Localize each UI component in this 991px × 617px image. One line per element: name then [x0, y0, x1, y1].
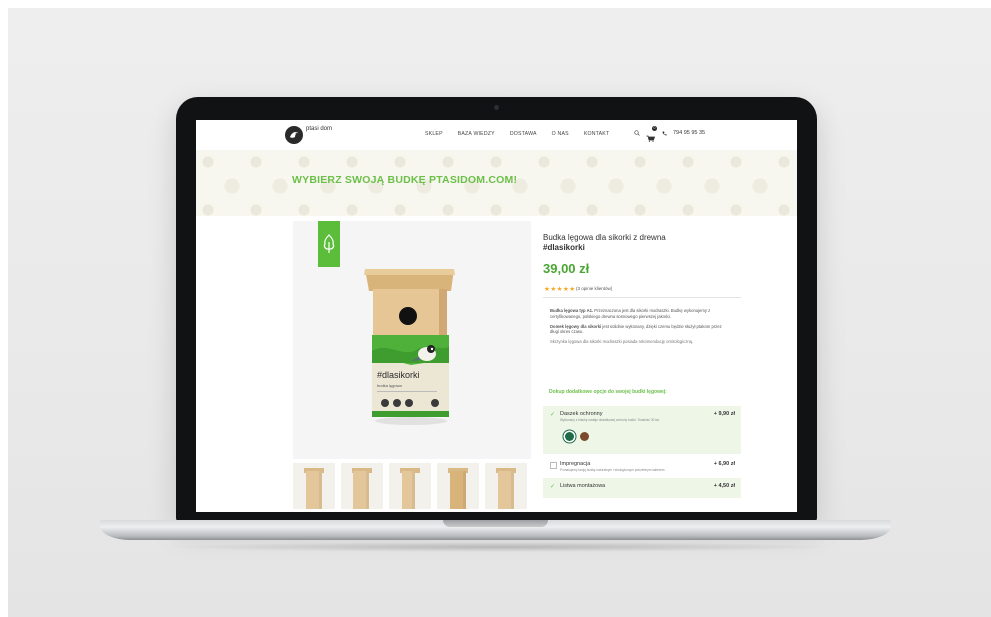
color-swatch-green[interactable]	[565, 432, 574, 441]
menu-item-baza-wiedzy[interactable]: BAZA WIEDZY	[458, 131, 495, 137]
bird-icon	[290, 132, 298, 138]
site-header: ptasi dom SKLEP BAZA WIEDZY DOSTAWA O NA…	[196, 120, 797, 150]
desc-text: Skrzynka lęgowa dla sikorki modraszki po…	[550, 339, 694, 345]
option-price: + 6,90 zł	[713, 461, 735, 467]
menu-item-o-nas[interactable]: O NAS	[552, 131, 569, 137]
laptop-base	[100, 520, 891, 540]
package-sublabel: budka lęgowa	[377, 383, 402, 388]
option-price: + 9,90 zł	[713, 411, 735, 417]
laptop-shadow	[160, 542, 840, 552]
phone-number[interactable]: 794 95 95 35	[673, 130, 705, 136]
option-listwa-montazowa[interactable]: ✓ Listwa montażowa + 4,50 zł	[543, 478, 741, 498]
checkmark-icon[interactable]: ✓	[550, 484, 555, 490]
thumbnail-strip	[293, 463, 527, 509]
desc-bold: Budka lęgowa typ A1.	[550, 308, 594, 313]
product-price: 39,00 zł	[543, 261, 590, 276]
header-actions: 0 794 95 95 35	[634, 126, 705, 142]
desc-paragraph: Budka lęgowa typ A1. Przeznaczona jest d…	[550, 308, 730, 320]
option-impregnacja[interactable]: Impregnacja Pomalujemy twoją budkę natur…	[543, 456, 741, 476]
rating-stars: ★★★★★	[544, 285, 576, 293]
desc-paragraph: Domek lęgowy dla sikorki jest solidnie w…	[550, 324, 730, 336]
option-description: Wykonany z blachy nadaje dodatkowej ochr…	[560, 418, 660, 422]
product-description: Budka lęgowa typ A1. Przeznaczona jest d…	[550, 308, 730, 349]
eco-badge	[318, 221, 340, 267]
product-title-text: Budka lęgowa dla sikorki z drewna	[543, 233, 666, 242]
option-price: + 4,50 zł	[713, 483, 735, 489]
divider	[543, 297, 741, 298]
thumbnail[interactable]	[389, 463, 431, 509]
phone-icon	[662, 131, 667, 135]
hero-title: WYBIERZ SWOJĄ BUDKĘ PTASIDOM.COM!	[292, 174, 518, 186]
thumbnail[interactable]	[293, 463, 335, 509]
option-name: Daszek ochronny	[560, 411, 603, 417]
thumbnail[interactable]	[437, 463, 479, 509]
reviews-link[interactable]: (3 opinie klientów)	[576, 286, 612, 291]
laptop-lid: ptasi dom SKLEP BAZA WIEDZY DOSTAWA O NA…	[176, 97, 817, 522]
tree-icon	[323, 234, 335, 253]
product-title: Budka lęgowa dla sikorki z drewna #dlasi…	[543, 233, 733, 253]
menu-item-dostawa[interactable]: DOSTAWA	[510, 131, 537, 137]
logo-text[interactable]: ptasi dom	[306, 126, 336, 133]
desc-paragraph: Skrzynka lęgowa dla sikorki modraszki po…	[550, 339, 730, 345]
thumbnail[interactable]	[341, 463, 383, 509]
menu-item-kontakt[interactable]: KONTAKT	[584, 131, 610, 137]
cart-count-badge: 0	[652, 126, 657, 131]
options-heading: Dokup dodatkowe opcje do swojej budki lę…	[549, 389, 667, 395]
option-name: Impregnacja	[560, 461, 591, 467]
package-label: #dlasikorki	[377, 370, 420, 380]
color-swatch-brown[interactable]	[580, 432, 589, 441]
option-name: Listwa montażowa	[560, 483, 606, 489]
product-tag: #dlasikorki	[543, 243, 585, 252]
checkmark-icon[interactable]: ✓	[550, 412, 555, 418]
bird-logo-icon[interactable]	[285, 126, 303, 144]
thumbnail[interactable]	[485, 463, 527, 509]
laptop-notch	[443, 520, 548, 527]
laptop-screen: ptasi dom SKLEP BAZA WIEDZY DOSTAWA O NA…	[196, 120, 797, 512]
desc-bold: Domek lęgowy dla sikorki	[550, 323, 602, 329]
camera-icon	[494, 105, 499, 110]
cart-icon[interactable]: 0	[646, 126, 657, 142]
menu-item-sklep[interactable]: SKLEP	[425, 131, 443, 137]
option-daszek-ochronny[interactable]: ✓ Daszek ochronny Wykonany z blachy nada…	[543, 406, 741, 454]
option-description: Pomalujemy twoją budkę naturalnym i ekol…	[560, 468, 666, 472]
checkbox[interactable]	[550, 462, 557, 469]
search-icon[interactable]	[634, 130, 640, 136]
main-menu: SKLEP BAZA WIEDZY DOSTAWA O NAS KONTAKT	[425, 131, 609, 137]
